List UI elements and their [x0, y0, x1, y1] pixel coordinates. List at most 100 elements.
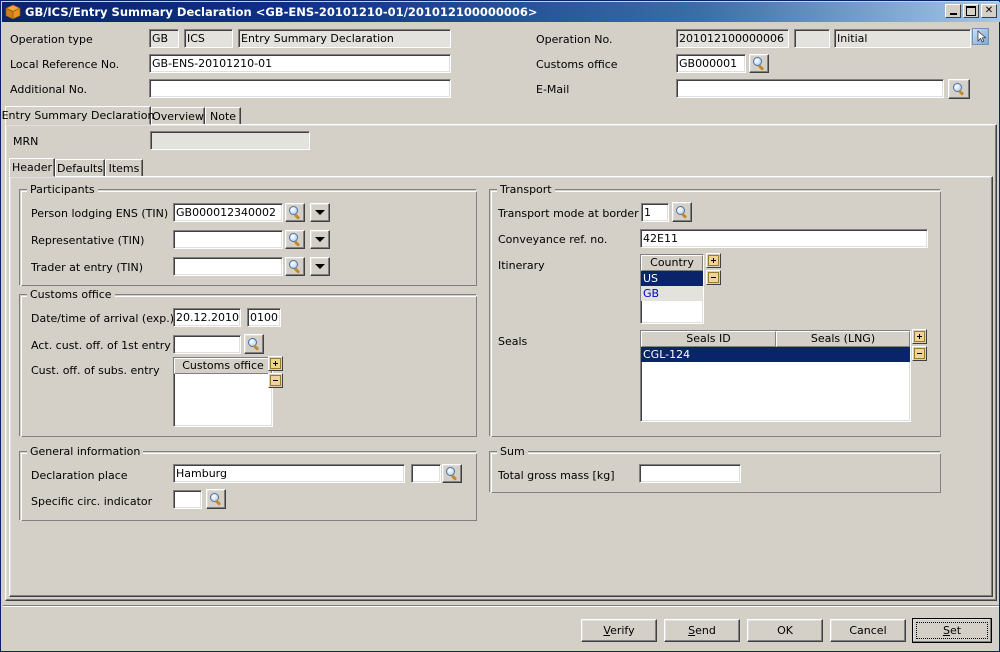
column-header-customs-office[interactable]: Customs office — [174, 358, 272, 374]
minimize-button[interactable] — [945, 4, 961, 18]
magnifier-icon — [953, 83, 966, 96]
itinerary-add-button[interactable] — [706, 253, 721, 268]
itinerary-list[interactable]: Country US GB — [640, 254, 704, 324]
seals-label: Seals — [498, 335, 527, 348]
window-controls: ✕ — [945, 4, 997, 18]
itinerary-country-cell: GB — [641, 286, 703, 301]
list-header-row: Country — [641, 255, 703, 271]
button-label: Cancel — [849, 624, 886, 637]
specific-circumstance-label: Specific circ. indicator — [31, 495, 152, 508]
customs-office-search-button[interactable] — [749, 54, 769, 73]
chevron-down-icon — [315, 264, 325, 269]
send-button[interactable]: Send — [664, 619, 740, 642]
operation-type-label: Operation type — [10, 33, 93, 46]
first-entry-office-input[interactable] — [173, 335, 241, 354]
transport-mode-input[interactable]: 1 — [641, 203, 669, 222]
arrival-datetime-label: Date/time of arrival (exp.) — [31, 312, 174, 325]
pointer-icon[interactable] — [972, 28, 989, 45]
trader-at-entry-dropdown-button[interactable] — [310, 257, 330, 276]
total-gross-mass-input[interactable] — [639, 464, 741, 483]
close-button[interactable]: ✕ — [981, 4, 997, 18]
email-search-button[interactable] — [948, 79, 970, 99]
operation-type-country-field: GB — [149, 29, 179, 48]
trader-at-entry-search-button[interactable] — [285, 257, 305, 276]
list-header-row: Customs office — [174, 358, 272, 374]
conveyance-ref-input[interactable]: 42E11 — [640, 229, 928, 248]
ok-button[interactable]: OK — [747, 619, 823, 642]
tab-label: Overview — [152, 110, 204, 123]
person-lodging-ens-dropdown-button[interactable] — [310, 203, 330, 222]
person-lodging-ens-search-button[interactable] — [285, 203, 305, 222]
title-bar: GB/ICS/Entry Summary Declaration <GB-ENS… — [2, 2, 1000, 22]
column-header-country[interactable]: Country — [641, 255, 703, 271]
tab-entry-summary-declaration[interactable]: Entry Summary Declaration — [5, 106, 151, 125]
column-header-seals-lng[interactable]: Seals (LNG) — [776, 331, 910, 347]
mrn-label: MRN — [13, 135, 38, 148]
window-title-main: GB/ICS/Entry Summary Declaration — [25, 5, 252, 19]
transport-mode-label: Transport mode at border — [498, 207, 639, 220]
table-row[interactable]: GB — [641, 286, 703, 301]
first-entry-office-search-button[interactable] — [244, 334, 264, 354]
maximize-button[interactable] — [963, 4, 979, 18]
conveyance-ref-label: Conveyance ref. no. — [498, 233, 607, 246]
tab-defaults[interactable]: Defaults — [55, 159, 105, 177]
seals-add-button[interactable] — [912, 329, 927, 344]
magnifier-icon — [753, 57, 766, 70]
arrival-time-input[interactable]: 0100 — [247, 308, 281, 327]
plus-icon — [270, 358, 281, 369]
plus-icon — [914, 331, 925, 342]
participants-group-title: Participants — [27, 183, 98, 196]
magnifier-icon — [676, 206, 689, 219]
magnifier-icon — [289, 206, 302, 219]
itinerary-country-cell: US — [641, 271, 703, 286]
chevron-down-icon — [315, 210, 325, 215]
itinerary-label: Itinerary — [498, 259, 545, 272]
specific-circumstance-input[interactable] — [173, 490, 202, 509]
tab-label: Defaults — [57, 162, 103, 175]
transport-mode-search-button[interactable] — [672, 202, 692, 222]
representative-input[interactable] — [173, 230, 283, 249]
arrival-date-input[interactable]: 20.12.2010 — [173, 308, 241, 327]
operation-no-field: 201012100000006 — [676, 29, 789, 48]
seals-list[interactable]: Seals ID Seals (LNG) CGL-124 — [640, 330, 911, 422]
first-entry-office-label: Act. cust. off. of 1st entry — [31, 339, 171, 352]
local-reference-input[interactable]: GB-ENS-20101210-01 — [149, 54, 451, 73]
subsequent-entry-office-label: Cust. off. of subs. entry — [31, 364, 160, 377]
general-information-group: General information — [19, 451, 477, 521]
cancel-button[interactable]: Cancel — [830, 619, 906, 642]
table-row[interactable]: CGL-124 — [641, 347, 910, 362]
email-input[interactable] — [676, 79, 944, 98]
trader-at-entry-input[interactable] — [173, 257, 283, 276]
specific-circumstance-search-button[interactable] — [206, 489, 226, 509]
sum-group-title: Sum — [497, 445, 528, 458]
subsequent-entry-add-button[interactable] — [268, 356, 283, 371]
declaration-place-input[interactable]: Hamburg — [173, 464, 405, 483]
itinerary-remove-button[interactable] — [706, 270, 721, 285]
subsequent-entry-office-list[interactable]: Customs office — [173, 357, 273, 427]
minus-icon — [708, 272, 719, 283]
representative-dropdown-button[interactable] — [310, 230, 330, 249]
operation-type-system-field: ICS — [184, 29, 233, 48]
button-bar-separator — [3, 605, 999, 607]
tab-header[interactable]: Header — [9, 158, 55, 177]
button-label: OK — [777, 624, 793, 637]
verify-button[interactable]: Verify — [581, 619, 657, 642]
seals-remove-button[interactable] — [912, 346, 927, 361]
tab-note[interactable]: Note — [205, 107, 241, 125]
set-button[interactable]: Set — [912, 618, 992, 643]
column-header-seals-id[interactable]: Seals ID — [641, 331, 776, 347]
minus-icon — [270, 375, 281, 386]
additional-no-input[interactable] — [149, 79, 451, 98]
subsequent-entry-remove-button[interactable] — [268, 373, 283, 388]
table-row[interactable]: US — [641, 271, 703, 286]
magnifier-icon — [446, 467, 459, 480]
person-lodging-ens-input[interactable]: GB000012340002 — [173, 203, 283, 222]
tab-items[interactable]: Items — [105, 159, 143, 177]
declaration-place-search-button[interactable] — [442, 464, 462, 483]
representative-search-button[interactable] — [285, 230, 305, 249]
button-label: Send — [688, 624, 716, 637]
customs-office-header-input[interactable]: GB000001 — [676, 54, 746, 73]
declaration-place-lng-input[interactable] — [411, 464, 441, 483]
tab-overview[interactable]: Overview — [151, 107, 205, 125]
seals-lng-cell — [776, 347, 910, 362]
